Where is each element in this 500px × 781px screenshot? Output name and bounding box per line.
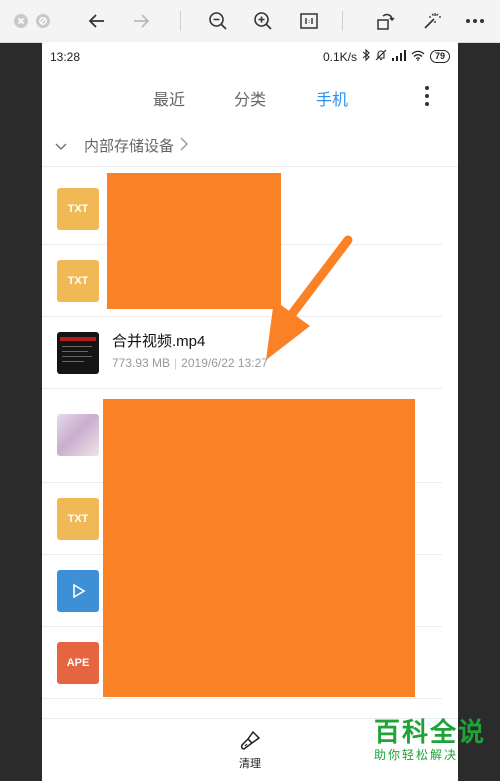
clean-label: 清理 — [239, 758, 261, 770]
watermark-subtitle: 助你轻松解决 — [374, 748, 459, 762]
clean-button[interactable]: 清理 — [236, 729, 264, 771]
brush-icon — [240, 730, 261, 750]
toolbar-divider — [180, 11, 181, 31]
more-options-icon[interactable] — [464, 10, 486, 32]
phone-screen: 13:28 0.1K/s 79 最近 分类 手机 内部存储设备 TXT TXT … — [42, 42, 458, 781]
actual-size-icon[interactable] — [298, 10, 320, 32]
magic-wand-icon[interactable] — [420, 10, 442, 32]
forward-arrow-icon[interactable] — [130, 10, 152, 32]
toolbar-divider — [342, 11, 343, 31]
annotation-arrow — [266, 235, 353, 360]
back-arrow-icon[interactable] — [86, 10, 108, 32]
rotate-icon[interactable] — [374, 10, 396, 32]
close-window-icon[interactable] — [14, 14, 28, 28]
minimize-window-icon[interactable] — [36, 14, 50, 28]
watermark-logo: 百科全说 助你轻松解决 — [374, 718, 494, 763]
watermark-title: 百科全说 — [374, 717, 487, 747]
zoom-out-icon[interactable] — [207, 10, 229, 32]
zoom-in-icon[interactable] — [252, 10, 274, 32]
viewer-toolbar — [0, 0, 500, 43]
